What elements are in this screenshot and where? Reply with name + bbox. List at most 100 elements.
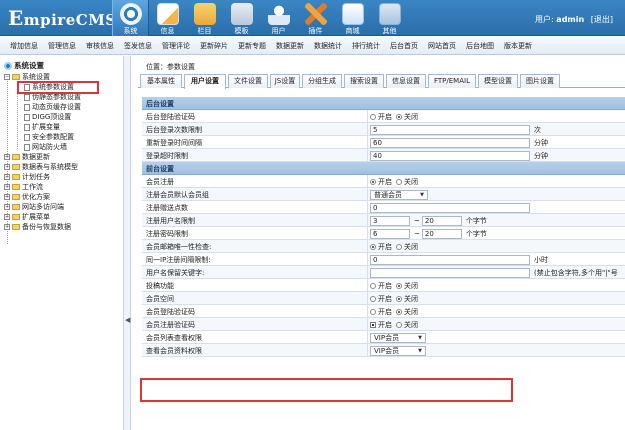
tree-node-workflow[interactable]: + 工作流 bbox=[4, 182, 43, 192]
radio-on[interactable] bbox=[370, 178, 376, 185]
tree-node-ext-menu[interactable]: + 扩展菜单 bbox=[4, 212, 50, 222]
default-group-select[interactable]: 普通会员 bbox=[370, 189, 428, 200]
password-min-input[interactable]: 6 bbox=[370, 228, 410, 239]
radio-off[interactable] bbox=[396, 178, 402, 185]
expand-icon[interactable]: + bbox=[4, 214, 10, 220]
expand-icon[interactable]: + bbox=[4, 164, 10, 170]
nav-column[interactable]: 栏目 bbox=[186, 0, 223, 36]
tree-node-data-update[interactable]: + 数据更新 bbox=[4, 152, 50, 162]
tree-node-multi-access[interactable]: + 网站多访问端 bbox=[4, 202, 64, 212]
nav-shop[interactable]: 商城 bbox=[334, 0, 371, 36]
tree-node-system-params[interactable]: 系统参数设置 bbox=[24, 82, 74, 92]
quick-data-update[interactable]: 数据更新 bbox=[276, 41, 304, 51]
radio-off[interactable] bbox=[396, 295, 402, 302]
tab-model-settings[interactable]: 模型设置 bbox=[478, 74, 518, 88]
empirecms-logo[interactable]: EmpireCMS bbox=[8, 6, 117, 30]
relogin-interval-input[interactable]: 60 bbox=[370, 137, 530, 148]
radio-on[interactable] bbox=[370, 113, 376, 120]
member-list-permission-select[interactable]: VIP会员 bbox=[370, 332, 426, 343]
radio-on[interactable] bbox=[370, 282, 376, 289]
login-timeout-input[interactable]: 40 bbox=[370, 150, 530, 161]
user-icon bbox=[267, 3, 290, 25]
expand-icon[interactable]: + bbox=[4, 184, 10, 190]
quick-admin-home[interactable]: 后台首页 bbox=[390, 41, 418, 51]
expand-icon[interactable]: + bbox=[4, 204, 10, 210]
nav-info[interactable]: 信息 bbox=[149, 0, 186, 36]
expand-icon[interactable]: + bbox=[4, 224, 10, 230]
tree-node-security[interactable]: 安全参数配置 bbox=[24, 132, 74, 142]
nav-system[interactable]: 系统 bbox=[112, 0, 149, 36]
member-profile-permission-select[interactable]: VIP会员 bbox=[370, 345, 426, 356]
breadcrumb: 位置：参数设置 bbox=[146, 63, 195, 71]
register-points-input[interactable]: 0 bbox=[370, 202, 530, 213]
logout-link[interactable]: [退出] bbox=[591, 15, 613, 24]
radio-on[interactable] bbox=[370, 308, 376, 315]
tab-file-settings[interactable]: 文件设置 bbox=[228, 74, 268, 88]
radio-off[interactable] bbox=[396, 282, 402, 289]
tab-ftp-email[interactable]: FTP/EMAIL bbox=[428, 74, 476, 88]
tab-group-generate[interactable]: 分组生成 bbox=[302, 74, 342, 88]
tree-node-tables-models[interactable]: + 数据表与系统模型 bbox=[4, 162, 78, 172]
folder-icon bbox=[12, 194, 20, 200]
tab-basic[interactable]: 基本属性 bbox=[140, 74, 182, 88]
ip-interval-input[interactable]: 0 bbox=[370, 254, 530, 265]
nav-other[interactable]: 其他 bbox=[371, 0, 408, 36]
quick-update-fragments[interactable]: 更新碎片 bbox=[200, 41, 228, 51]
radio-on[interactable] bbox=[370, 321, 376, 328]
plugin-icon bbox=[304, 3, 327, 25]
tab-js-settings[interactable]: JS设置 bbox=[270, 74, 300, 88]
tree-node-rewrite-params[interactable]: 伪静态参数设置 bbox=[24, 92, 81, 102]
radio-off[interactable] bbox=[396, 308, 402, 315]
page-icon bbox=[24, 133, 30, 141]
expand-icon[interactable]: + bbox=[4, 154, 10, 160]
page-icon bbox=[24, 123, 30, 131]
quick-add-info[interactable]: 增加信息 bbox=[10, 41, 38, 51]
quick-manage-info[interactable]: 管理信息 bbox=[48, 41, 76, 51]
quick-update-topics[interactable]: 更新专题 bbox=[238, 41, 266, 51]
radio-off[interactable] bbox=[396, 321, 402, 328]
folder-icon bbox=[12, 154, 20, 160]
tab-image-settings[interactable]: 图片设置 bbox=[520, 74, 560, 88]
tree-node-system-settings[interactable]: − 系统设置 bbox=[4, 72, 50, 82]
username-max-input[interactable]: 20 bbox=[421, 215, 462, 226]
quick-version-update[interactable]: 版本更新 bbox=[504, 41, 532, 51]
tree-node-optimize[interactable]: + 优化方案 bbox=[4, 192, 50, 202]
radio-off[interactable] bbox=[396, 113, 402, 120]
reserved-keywords-input[interactable] bbox=[370, 267, 530, 278]
tab-search-settings[interactable]: 搜索设置 bbox=[344, 74, 384, 88]
tree-node-scheduled-tasks[interactable]: + 计划任务 bbox=[4, 172, 50, 182]
radio-off[interactable] bbox=[396, 243, 402, 250]
nav-template[interactable]: 模板 bbox=[223, 0, 260, 36]
quick-site-home[interactable]: 网站首页 bbox=[428, 41, 456, 51]
admin-login-limit-input[interactable]: 5 bbox=[370, 124, 530, 135]
quick-manage-comments[interactable]: 管理评论 bbox=[162, 41, 190, 51]
tab-user-settings[interactable]: 用户设置 bbox=[184, 74, 226, 89]
quick-rank-stats[interactable]: 排行统计 bbox=[352, 41, 380, 51]
expand-icon[interactable]: + bbox=[4, 174, 10, 180]
quick-review-info[interactable]: 审核信息 bbox=[86, 41, 114, 51]
tree-node-ext-vars[interactable]: 扩展变量 bbox=[24, 122, 60, 132]
radio-on[interactable] bbox=[370, 295, 376, 302]
quick-data-stats[interactable]: 数据统计 bbox=[314, 41, 342, 51]
nav-plugin[interactable]: 插件 bbox=[297, 0, 334, 36]
tree-node-dynamic-cache[interactable]: 动态页缓存设置 bbox=[24, 102, 81, 112]
page-icon bbox=[24, 103, 30, 111]
tree-node-backup[interactable]: + 备份与恢复数据 bbox=[4, 222, 71, 232]
setting-row: 注册用户名限制 3 ~20 个字节 bbox=[142, 214, 625, 227]
quick-admin-map[interactable]: 后台地图 bbox=[466, 41, 494, 51]
expand-icon[interactable]: + bbox=[4, 194, 10, 200]
sidebar-collapse-bar[interactable]: ◀ bbox=[123, 56, 131, 430]
password-max-input[interactable]: 20 bbox=[421, 228, 462, 239]
tree-node-digg[interactable]: DIGG顶设置 bbox=[24, 112, 71, 122]
setting-row: 查看会员资料权限 VIP会员 bbox=[142, 344, 625, 357]
username-min-input[interactable]: 3 bbox=[370, 215, 410, 226]
folder-icon bbox=[12, 184, 20, 190]
quick-sign-info[interactable]: 签发信息 bbox=[124, 41, 152, 51]
nav-user[interactable]: 用户 bbox=[260, 0, 297, 36]
tree-node-firewall[interactable]: 网站防火墙 bbox=[24, 142, 67, 152]
tab-info-settings[interactable]: 信息设置 bbox=[386, 74, 426, 88]
collapse-icon[interactable]: − bbox=[4, 74, 10, 80]
radio-on[interactable] bbox=[370, 243, 376, 250]
setting-row: 后台登陆验证码 开启 关闭 bbox=[142, 110, 625, 123]
setting-row: 用户名保留关键字: (禁止包含字符,多个用"|"号 bbox=[142, 266, 625, 279]
